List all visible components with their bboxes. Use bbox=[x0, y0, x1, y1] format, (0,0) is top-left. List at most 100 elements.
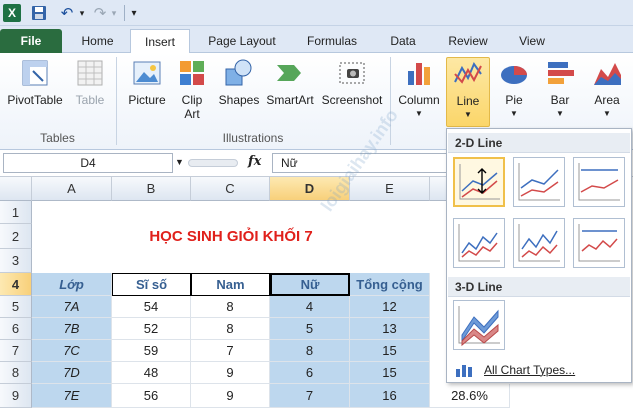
line-chart-thumb-3d-line[interactable] bbox=[453, 300, 505, 350]
table-cell[interactable]: 8 bbox=[191, 318, 270, 340]
screenshot-icon bbox=[339, 62, 365, 84]
row-header[interactable]: 7 bbox=[0, 340, 32, 362]
table-label: Table bbox=[75, 93, 105, 107]
tab-page-layout[interactable]: Page Layout bbox=[198, 29, 286, 53]
clip-art-button[interactable]: Clip Art bbox=[174, 57, 210, 121]
column-header-c[interactable]: C bbox=[191, 177, 270, 201]
undo-icon[interactable]: ↶ bbox=[55, 4, 79, 22]
table-cell[interactable]: 7E bbox=[32, 384, 112, 408]
table-cell[interactable]: 56 bbox=[112, 384, 191, 408]
table-cell[interactable]: 59 bbox=[112, 340, 191, 362]
row-header[interactable]: 6 bbox=[0, 318, 32, 340]
column-header-a[interactable]: A bbox=[32, 177, 112, 201]
table-cell[interactable]: 7C bbox=[32, 340, 112, 362]
table-cell[interactable]: 52 bbox=[112, 318, 191, 340]
tab-view[interactable]: View bbox=[508, 29, 556, 53]
row-header[interactable]: 8 bbox=[0, 362, 32, 384]
table-cell[interactable]: 7 bbox=[270, 384, 350, 408]
pie-chart-button[interactable]: Pie ▼ bbox=[494, 57, 534, 121]
sheet-title: HỌC SINH GIỎI KHỐI 7 bbox=[149, 228, 313, 245]
redo-dropdown-icon[interactable]: ▾ bbox=[110, 4, 118, 22]
picture-button[interactable]: Picture bbox=[124, 57, 170, 107]
table-cell[interactable]: 7 bbox=[191, 340, 270, 362]
name-box[interactable]: D4 bbox=[3, 153, 173, 173]
undo-dropdown-icon[interactable]: ▾ bbox=[78, 4, 86, 22]
table-cell[interactable]: 54 bbox=[112, 296, 191, 318]
row-header[interactable]: 4 bbox=[0, 273, 32, 296]
pie-chart-icon bbox=[501, 66, 527, 84]
clip-art-label-line1: Clip bbox=[181, 93, 203, 107]
line-chart-button[interactable]: Line ▼ bbox=[446, 57, 490, 127]
active-cell-d4[interactable]: Nữ bbox=[270, 273, 350, 296]
pivottable-icon bbox=[22, 60, 48, 86]
line-chart-thumb-line-markers[interactable] bbox=[453, 218, 505, 268]
line-chart-thumb-100-stacked-line-markers[interactable] bbox=[573, 218, 625, 268]
pivottable-label: PivotTable bbox=[7, 93, 63, 107]
table-cell[interactable]: 15 bbox=[350, 362, 430, 384]
table-header-cell[interactable]: Tổng cộng bbox=[350, 273, 430, 296]
all-chart-types-button[interactable]: All Chart Types... bbox=[447, 359, 631, 381]
redo-icon[interactable]: ↷ bbox=[88, 4, 112, 22]
table-cell[interactable]: 7D bbox=[32, 362, 112, 384]
table-cell[interactable]: 12 bbox=[350, 296, 430, 318]
bar-chart-button[interactable]: Bar ▼ bbox=[540, 57, 580, 121]
table-cell[interactable]: 9 bbox=[191, 362, 270, 384]
save-icon[interactable] bbox=[30, 4, 48, 22]
table-cell[interactable]: 6 bbox=[270, 362, 350, 384]
row-header[interactable]: 9 bbox=[0, 384, 32, 408]
column-chart-button[interactable]: Column ▼ bbox=[394, 57, 444, 121]
formula-bar-splitter[interactable] bbox=[188, 159, 238, 167]
table-cell[interactable]: 8 bbox=[191, 296, 270, 318]
pie-chart-label: Pie bbox=[505, 93, 523, 107]
fx-icon[interactable]: fx bbox=[248, 154, 261, 169]
bar-chart-icon bbox=[548, 62, 574, 84]
tab-data[interactable]: Data bbox=[378, 29, 428, 53]
table-cell[interactable]: 15 bbox=[350, 340, 430, 362]
picture-label: Picture bbox=[128, 93, 166, 107]
row-header[interactable]: 3 bbox=[0, 249, 32, 273]
tab-insert[interactable]: Insert bbox=[130, 29, 190, 54]
tab-home[interactable]: Home bbox=[70, 29, 125, 53]
table-cell[interactable]: 16 bbox=[350, 384, 430, 408]
row-header[interactable]: 1 bbox=[0, 201, 32, 224]
select-all-corner[interactable] bbox=[0, 177, 32, 201]
group-separator bbox=[116, 57, 117, 145]
row-header[interactable]: 5 bbox=[0, 296, 32, 318]
shapes-icon bbox=[225, 59, 252, 86]
line-chart-thumb-line[interactable] bbox=[453, 157, 505, 207]
smartart-label: SmartArt bbox=[266, 93, 314, 107]
table-cell[interactable]: 7B bbox=[32, 318, 112, 340]
table-cell[interactable]: 28.6% bbox=[430, 384, 510, 408]
screenshot-button[interactable]: Screenshot bbox=[318, 57, 386, 107]
table-cell[interactable]: 5 bbox=[270, 318, 350, 340]
tab-file[interactable]: File bbox=[0, 29, 62, 53]
table-cell[interactable]: 4 bbox=[270, 296, 350, 318]
line-chart-thumb-stacked-line[interactable] bbox=[513, 157, 565, 207]
column-header-d[interactable]: D bbox=[270, 177, 350, 201]
line-chart-thumb-100-stacked-line[interactable] bbox=[573, 157, 625, 207]
table-button[interactable]: Table bbox=[70, 57, 110, 107]
table-cell[interactable]: 7A bbox=[32, 296, 112, 318]
shapes-button[interactable]: Shapes bbox=[216, 57, 262, 107]
column-header-b[interactable]: B bbox=[112, 177, 191, 201]
table-header-cell[interactable]: Nam bbox=[191, 273, 270, 296]
table-cell[interactable]: 8 bbox=[270, 340, 350, 362]
customize-qat-icon[interactable]: ▾ bbox=[128, 4, 140, 22]
tab-formulas[interactable]: Formulas bbox=[298, 29, 366, 53]
table-header-cell[interactable]: Sĩ số bbox=[112, 273, 191, 296]
chevron-down-icon: ▼ bbox=[603, 109, 611, 118]
smartart-button[interactable]: SmartArt bbox=[264, 57, 316, 107]
table-header-cell[interactable]: Lớp bbox=[32, 273, 112, 296]
table-cell[interactable]: 9 bbox=[191, 384, 270, 408]
row-header[interactable]: 2 bbox=[0, 224, 32, 249]
line-chart-thumb-stacked-line-markers[interactable] bbox=[513, 218, 565, 268]
area-chart-button[interactable]: Area ▼ bbox=[586, 57, 628, 121]
table-cell[interactable]: 13 bbox=[350, 318, 430, 340]
excel-logo-icon: X bbox=[3, 4, 21, 22]
chevron-down-icon: ▼ bbox=[510, 109, 518, 118]
name-box-dropdown-icon[interactable]: ▼ bbox=[175, 157, 184, 167]
tab-review[interactable]: Review bbox=[438, 29, 498, 53]
table-cell[interactable]: 48 bbox=[112, 362, 191, 384]
column-header-e[interactable]: E bbox=[350, 177, 430, 201]
pivottable-button[interactable]: PivotTable bbox=[4, 57, 66, 107]
